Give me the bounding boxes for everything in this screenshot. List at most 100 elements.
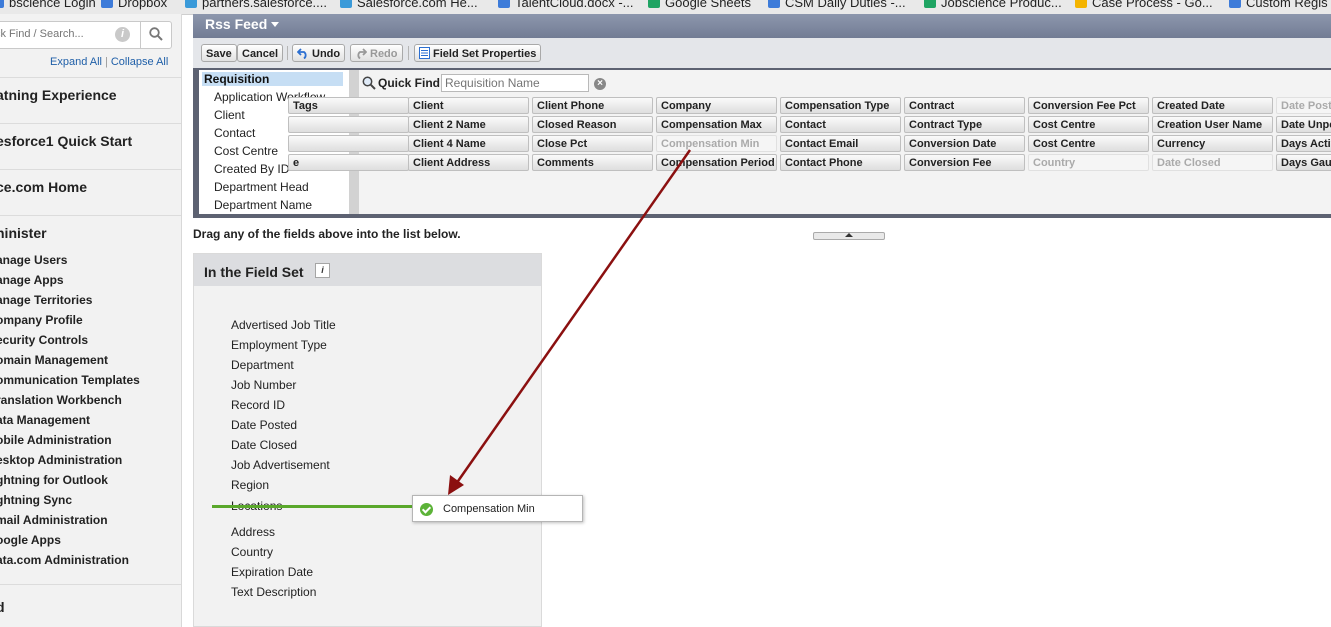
field-set-item[interactable]: Date Posted	[231, 418, 297, 432]
sidebar-search-input[interactable]	[0, 22, 105, 46]
info-icon[interactable]: i	[115, 27, 130, 42]
field-set-item[interactable]: Country	[231, 545, 273, 559]
palette-field[interactable]: Client Address	[408, 154, 529, 171]
palette-field[interactable]: Compensation Type	[780, 97, 901, 114]
quick-find-input[interactable]	[441, 74, 589, 92]
collapse-all-link[interactable]: Collapse All	[111, 56, 168, 68]
object-list-item[interactable]: Cost Centre	[214, 144, 278, 158]
field-set-properties-button[interactable]: Field Set Properties	[414, 44, 542, 62]
palette-field[interactable]: Cost Centre	[1028, 116, 1149, 133]
palette-field[interactable]: Client 4 Name	[408, 135, 529, 152]
sidebar-admin-link[interactable]: anage Apps	[0, 273, 64, 287]
palette-field[interactable]: Date Closed	[1152, 154, 1273, 171]
bookmark-item[interactable]: Jobscience Produc...	[924, 0, 1062, 10]
sidebar-admin-link[interactable]: anage Users	[0, 253, 67, 267]
sidebar-section[interactable]: atning Experience	[0, 77, 181, 103]
field-set-item[interactable]: Region	[231, 478, 269, 492]
sidebar-admin-link[interactable]: ompany Profile	[0, 313, 83, 327]
palette-field[interactable]: Country	[1028, 154, 1149, 171]
sidebar-admin-link[interactable]: ranslation Workbench	[0, 393, 122, 407]
bookmark-item[interactable]: Custom Regis	[1229, 0, 1328, 10]
sidebar-admin-link[interactable]: ghtning Sync	[0, 493, 72, 507]
bookmark-item[interactable]: CSM Daily Duties -...	[768, 0, 906, 10]
panel-resize-handle[interactable]	[813, 232, 885, 240]
field-set-item[interactable]: Job Advertisement	[231, 458, 330, 472]
sidebar-admin-link[interactable]: anage Territories	[0, 293, 92, 307]
field-set-item[interactable]: Employment Type	[231, 338, 327, 352]
sidebar-admin-link[interactable]: ata.com Administration	[0, 553, 129, 567]
field-set-item[interactable]: Expiration Date	[231, 565, 313, 579]
palette-field[interactable]: Closed Reason	[532, 116, 653, 133]
sidebar-section[interactable]: ce.com Home	[0, 169, 181, 195]
palette-field[interactable]: Days Gaug	[1276, 154, 1331, 171]
object-list-item[interactable]: Department Name	[214, 198, 312, 212]
expand-all-link[interactable]: Expand All	[50, 56, 102, 68]
bookmark-item[interactable]: TalentCloud.docx -...	[498, 0, 634, 10]
palette-field[interactable]: Close Pct	[532, 135, 653, 152]
palette-field[interactable]: Tags	[288, 97, 409, 114]
undo-button[interactable]: Undo	[292, 44, 346, 62]
palette-field[interactable]: Client 2 Name	[408, 116, 529, 133]
sidebar-admin-link[interactable]: esktop Administration	[0, 453, 122, 467]
palette-field[interactable]: Contract	[904, 97, 1025, 114]
palette-field[interactable]: Compensation Period	[656, 154, 777, 171]
palette-field[interactable]: Contact Phone	[780, 154, 901, 171]
palette-field[interactable]: e	[288, 154, 409, 171]
object-list-item[interactable]: Contact	[214, 126, 255, 140]
sidebar-admin-link[interactable]: oogle Apps	[0, 533, 61, 547]
sidebar-admin-link[interactable]: mail Administration	[0, 513, 108, 527]
sidebar-admin-link[interactable]: obile Administration	[0, 433, 112, 447]
object-list-item[interactable]: Client	[214, 108, 245, 122]
palette-field[interactable]: Conversion Date	[904, 135, 1025, 152]
sidebar-section[interactable]: ninister	[0, 215, 181, 241]
sidebar-admin-link[interactable]: omain Management	[0, 353, 108, 367]
redo-button[interactable]: Redo	[350, 44, 403, 62]
sidebar-admin-link[interactable]: ommunication Templates	[0, 373, 140, 387]
palette-field[interactable]: Compensation Min	[656, 135, 777, 152]
sidebar-admin-link[interactable]: ecurity Controls	[0, 333, 88, 347]
palette-field[interactable]: Contact	[780, 116, 901, 133]
sidebar-admin-link[interactable]: ghtning for Outlook	[0, 473, 108, 487]
bookmark-item[interactable]: bscience Login	[0, 0, 96, 10]
quick-find-search-box[interactable]: i	[0, 21, 172, 49]
palette-field[interactable]: Days Activ	[1276, 135, 1331, 152]
cancel-button[interactable]: Cancel	[237, 44, 284, 62]
sidebar-section[interactable]: esforce1 Quick Start	[0, 123, 181, 149]
field-set-item[interactable]: Record ID	[231, 398, 285, 412]
field-set-item[interactable]: Department	[231, 358, 294, 372]
sidebar-section[interactable]: d	[0, 584, 181, 615]
dragged-field-chip[interactable]: Compensation Min	[412, 495, 583, 522]
palette-field[interactable]: Contact Email	[780, 135, 901, 152]
field-set-list[interactable]: In the Field Set i Advertised Job Title E…	[193, 253, 542, 627]
field-set-item[interactable]: Date Closed	[231, 438, 297, 452]
object-list-item[interactable]: Requisition	[202, 72, 343, 86]
palette-field[interactable]: Cost Centre	[1028, 135, 1149, 152]
palette-field[interactable]: Creation User Name	[1152, 116, 1273, 133]
palette-field[interactable]: Client Phone	[532, 97, 653, 114]
palette-field[interactable]	[288, 135, 409, 152]
palette-field[interactable]: Comments	[532, 154, 653, 171]
page-title[interactable]: Rss Feed	[205, 16, 280, 32]
palette-field[interactable]: Client	[408, 97, 529, 114]
bookmark-item[interactable]: Dropbox	[101, 0, 167, 10]
info-icon[interactable]: i	[315, 263, 330, 278]
save-button[interactable]: Save	[201, 44, 237, 62]
field-set-item[interactable]: Text Description	[231, 585, 316, 599]
object-list-item[interactable]: Created By ID	[214, 162, 289, 176]
object-list-item[interactable]: Department Head	[214, 180, 309, 194]
palette-field[interactable]: Contract Type	[904, 116, 1025, 133]
sidebar-admin-link[interactable]: ata Management	[0, 413, 90, 427]
field-set-item[interactable]: Address	[231, 525, 275, 539]
palette-field[interactable]: Compensation Max	[656, 116, 777, 133]
bookmark-item[interactable]: partners.salesforce....	[185, 0, 327, 10]
clear-icon[interactable]: ×	[594, 78, 606, 90]
palette-field[interactable]: Date Unpo	[1276, 116, 1331, 133]
bookmark-item[interactable]: Salesforce.com He...	[340, 0, 478, 10]
palette-field[interactable]: Conversion Fee	[904, 154, 1025, 171]
palette-field[interactable]: Created Date	[1152, 97, 1273, 114]
field-set-item[interactable]: Advertised Job Title	[231, 318, 336, 332]
palette-field[interactable]: Currency	[1152, 135, 1273, 152]
palette-field[interactable]: Company	[656, 97, 777, 114]
bookmark-item[interactable]: Case Process - Go...	[1075, 0, 1213, 10]
bookmark-item[interactable]: Google Sheets	[648, 0, 751, 10]
